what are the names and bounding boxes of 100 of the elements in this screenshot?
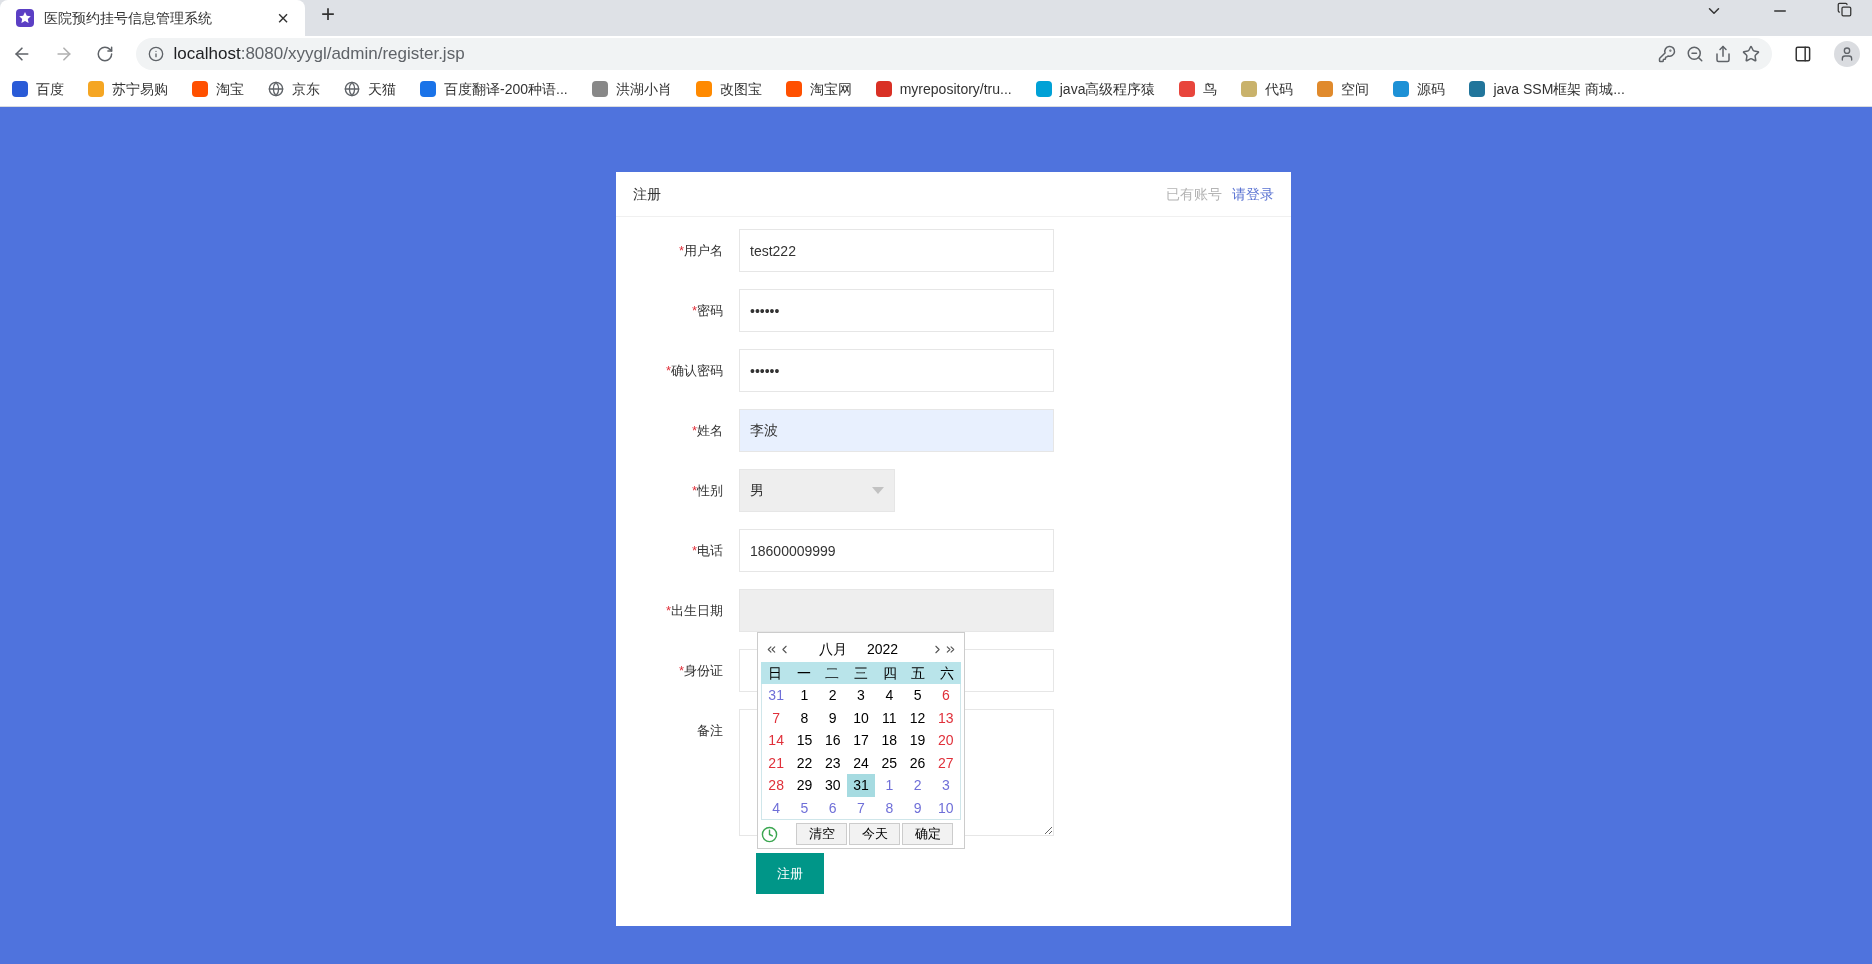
calendar-day[interactable]: 1 <box>790 684 819 707</box>
field-label: *性别 <box>690 482 724 500</box>
bookmark-item[interactable]: 百度翻译-200种语... <box>420 78 568 100</box>
calendar-button[interactable]: 确定 <box>902 823 953 845</box>
calendar-day[interactable]: 10 <box>931 796 960 819</box>
calendar-day[interactable]: 21 <box>762 751 791 774</box>
side-panel-icon[interactable] <box>1794 45 1813 63</box>
dropdown-arrow-icon <box>872 487 884 494</box>
bookmark-icon <box>785 81 802 97</box>
new-tab-button[interactable]: + <box>321 0 335 32</box>
field-label: *姓名 <box>690 422 724 440</box>
bookmark-item[interactable]: 淘宝 <box>192 78 244 100</box>
calendar-day[interactable]: 6 <box>818 796 847 819</box>
calendar-button[interactable]: 清空 <box>796 823 847 845</box>
calendar-day[interactable]: 7 <box>846 796 876 819</box>
bookmark-icon <box>1241 81 1258 97</box>
weekday-label: 三 <box>853 663 869 683</box>
bookmark-item[interactable]: myrepository/tru... <box>875 78 1012 100</box>
calendar-month[interactable]: 八月 <box>819 638 847 660</box>
field-label: 备注 <box>696 722 724 740</box>
clock-icon[interactable] <box>761 825 778 843</box>
key-icon[interactable] <box>1658 45 1677 63</box>
calendar-day[interactable]: 9 <box>903 796 932 819</box>
zoom-out-icon[interactable] <box>1686 45 1705 63</box>
calendar-day[interactable]: 13 <box>931 706 960 729</box>
calendar-day[interactable]: 31 <box>762 684 791 707</box>
calendar-button[interactable]: 今天 <box>849 823 900 845</box>
calendar-day[interactable]: 29 <box>790 774 819 797</box>
bookmark-item[interactable]: 代码 <box>1241 78 1294 100</box>
calendar-day[interactable]: 18 <box>875 729 904 752</box>
register-button[interactable]: 注册 <box>756 853 824 894</box>
calendar-year[interactable]: 2022 <box>867 638 899 660</box>
calendar-day[interactable]: 10 <box>846 706 876 729</box>
reload-icon[interactable] <box>95 45 114 63</box>
calendar-day[interactable]: 9 <box>818 706 847 729</box>
calendar-day[interactable]: 5 <box>790 796 819 819</box>
bookmark-item[interactable]: 洪湖小肖 <box>591 78 672 100</box>
calendar-day[interactable]: 2 <box>818 684 847 707</box>
bookmark-item[interactable]: 改图宝 <box>695 78 762 100</box>
tab-close-button[interactable]: × <box>277 3 289 33</box>
calendar-day[interactable]: 23 <box>818 751 847 774</box>
calendar-day[interactable]: 19 <box>903 729 932 752</box>
field-label: *身份证 <box>677 662 724 680</box>
bookmark-item[interactable]: 天猫 <box>344 78 396 100</box>
bookmark-star-icon[interactable] <box>1742 45 1761 63</box>
info-icon <box>147 46 164 62</box>
calendar-day[interactable]: 1 <box>875 774 904 797</box>
calendar-day[interactable]: 11 <box>875 706 904 729</box>
calendar-day[interactable]: 8 <box>790 706 819 729</box>
profile-avatar[interactable] <box>1834 41 1861 67</box>
bookmark-item[interactable]: 淘宝网 <box>785 78 852 100</box>
input-field[interactable]: 李波 <box>739 409 1054 452</box>
field-label: *用户名 <box>677 242 724 260</box>
calendar-day[interactable]: 26 <box>903 751 932 774</box>
calendar-day[interactable]: 3 <box>846 684 876 707</box>
input-field[interactable]: 18600009999 <box>739 529 1054 572</box>
bookmark-item[interactable]: 京东 <box>268 78 320 100</box>
calendar-day[interactable]: 15 <box>790 729 819 752</box>
calendar-day[interactable]: 14 <box>762 729 791 752</box>
bookmark-item[interactable]: 鸟 <box>1179 78 1218 100</box>
bookmark-item[interactable]: 源码 <box>1393 78 1446 100</box>
date-field[interactable] <box>739 589 1054 632</box>
bookmark-icon <box>1317 81 1334 97</box>
weekday-label: 二 <box>824 663 841 683</box>
calendar-day[interactable]: 30 <box>818 774 847 797</box>
input-field[interactable]: test222 <box>739 229 1054 272</box>
gender-select[interactable]: 男 <box>739 469 895 512</box>
globe-icon <box>268 81 284 97</box>
calendar-day[interactable]: 4 <box>762 796 791 819</box>
address-bar[interactable]: localhost:8080/xyygl/admin/register.jsp <box>135 38 1773 70</box>
calendar-day[interactable]: 25 <box>875 751 904 774</box>
calendar-day[interactable]: 22 <box>790 751 819 774</box>
bookmark-item[interactable]: 空间 <box>1317 78 1370 100</box>
calendar-day[interactable]: 5 <box>903 684 932 707</box>
calendar-day[interactable]: 6 <box>931 684 960 707</box>
calendar-day[interactable]: 2 <box>903 774 932 797</box>
bookmark-item[interactable]: 苏宁易购 <box>88 78 168 100</box>
input-field[interactable]: •••••• <box>739 289 1054 332</box>
calendar-day[interactable]: 20 <box>931 729 960 752</box>
bookmark-item[interactable]: java高级程序猿 <box>1035 78 1156 100</box>
bookmark-item[interactable]: java SSM框架 商城... <box>1469 78 1625 100</box>
tab-title: 医院预约挂号信息管理系统 <box>44 8 213 28</box>
calendar-day[interactable]: 17 <box>846 729 876 752</box>
calendar-day[interactable]: 16 <box>818 729 847 752</box>
calendar-day[interactable]: 31 <box>846 774 876 797</box>
restore-icon[interactable] <box>1837 2 1852 17</box>
calendar-day[interactable]: 4 <box>875 684 904 707</box>
calendar-day[interactable]: 12 <box>903 706 932 729</box>
bookmark-icon <box>192 81 208 97</box>
calendar-day[interactable]: 24 <box>846 751 876 774</box>
share-icon[interactable] <box>1714 45 1733 63</box>
calendar-day[interactable]: 7 <box>762 706 791 729</box>
calendar-day[interactable]: 3 <box>931 774 960 797</box>
input-field[interactable]: •••••• <box>739 349 1054 392</box>
browser-tab[interactable]: 医院预约挂号信息管理系统 × <box>0 0 305 36</box>
calendar-day[interactable]: 27 <box>931 751 960 774</box>
login-link[interactable]: 请登录 <box>1232 183 1274 205</box>
bookmark-item[interactable]: 百度 <box>12 78 64 100</box>
calendar-day[interactable]: 8 <box>875 796 904 819</box>
calendar-day[interactable]: 28 <box>762 774 791 797</box>
